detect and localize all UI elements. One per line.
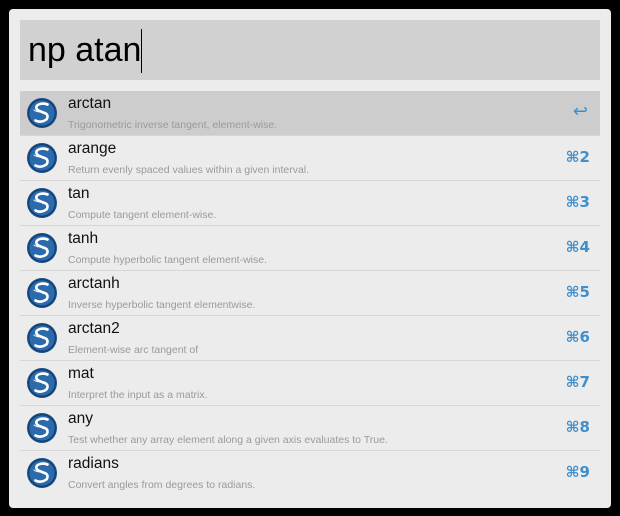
result-item-arctan2[interactable]: arctan2 Element-wise arc tangent of ⌘6	[20, 316, 600, 361]
result-item-any[interactable]: any Test whether any array element along…	[20, 406, 600, 451]
result-title: tanh	[68, 230, 99, 247]
result-shortcut: ⌘4	[565, 238, 590, 256]
scipy-icon	[27, 278, 57, 308]
result-subtitle: Return evenly spaced values within a giv…	[68, 164, 310, 176]
scipy-icon	[27, 458, 57, 488]
result-title: tan	[68, 185, 90, 202]
result-subtitle: Interpret the input as a matrix.	[68, 389, 208, 401]
result-item-arctanh[interactable]: arctanh Inverse hyperbolic tangent eleme…	[20, 271, 600, 316]
result-shortcut: ⌘9	[565, 463, 590, 481]
result-shortcut: ⌘2	[565, 148, 590, 166]
result-shortcut: ⌘5	[565, 283, 590, 301]
scipy-icon	[27, 323, 57, 353]
result-shortcut: ⌘8	[565, 418, 590, 436]
search-query-text[interactable]: np atan	[28, 20, 141, 80]
result-shortcut: ⌘7	[565, 373, 590, 391]
result-item-arctan[interactable]: arctan Trigonometric inverse tangent, el…	[20, 91, 600, 136]
search-input[interactable]: np atan	[20, 20, 600, 80]
launcher-window: np atan arctan Trigonometric inverse tan…	[9, 9, 611, 508]
result-shortcut: ⌘3	[565, 193, 590, 211]
scipy-icon	[27, 368, 57, 398]
scipy-icon	[27, 98, 57, 128]
scipy-icon	[27, 413, 57, 443]
text-caret	[141, 29, 143, 73]
result-subtitle: Compute tangent element-wise.	[68, 209, 217, 221]
scipy-icon	[27, 233, 57, 263]
result-subtitle: Convert angles from degrees to radians.	[68, 479, 256, 491]
result-item-tan[interactable]: tan Compute tangent element-wise. ⌘3	[20, 181, 600, 226]
result-title: arange	[68, 140, 117, 157]
result-subtitle: Element-wise arc tangent of	[68, 344, 199, 356]
scipy-icon	[27, 143, 57, 173]
result-subtitle: Compute hyperbolic tangent element-wise.	[68, 254, 268, 266]
result-title: mat	[68, 365, 94, 382]
result-item-tanh[interactable]: tanh Compute hyperbolic tangent element-…	[20, 226, 600, 271]
results-list: arctan Trigonometric inverse tangent, el…	[20, 91, 600, 496]
result-subtitle: Inverse hyperbolic tangent elementwise.	[68, 299, 256, 311]
result-item-radians[interactable]: radians Convert angles from degrees to r…	[20, 451, 600, 496]
result-shortcut: ⌘6	[565, 328, 590, 346]
result-title: arctan	[68, 95, 112, 112]
return-key-icon: ↩	[572, 101, 588, 122]
result-item-mat[interactable]: mat Interpret the input as a matrix. ⌘7	[20, 361, 600, 406]
result-subtitle: Test whether any array element along a g…	[68, 434, 388, 446]
result-subtitle: Trigonometric inverse tangent, element-w…	[68, 119, 278, 131]
result-item-arange[interactable]: arange Return evenly spaced values withi…	[20, 136, 600, 181]
result-title: arctan2	[68, 320, 120, 337]
scipy-icon	[27, 188, 57, 218]
result-title: any	[68, 410, 93, 427]
result-title: radians	[68, 455, 119, 472]
result-title: arctanh	[68, 275, 120, 292]
